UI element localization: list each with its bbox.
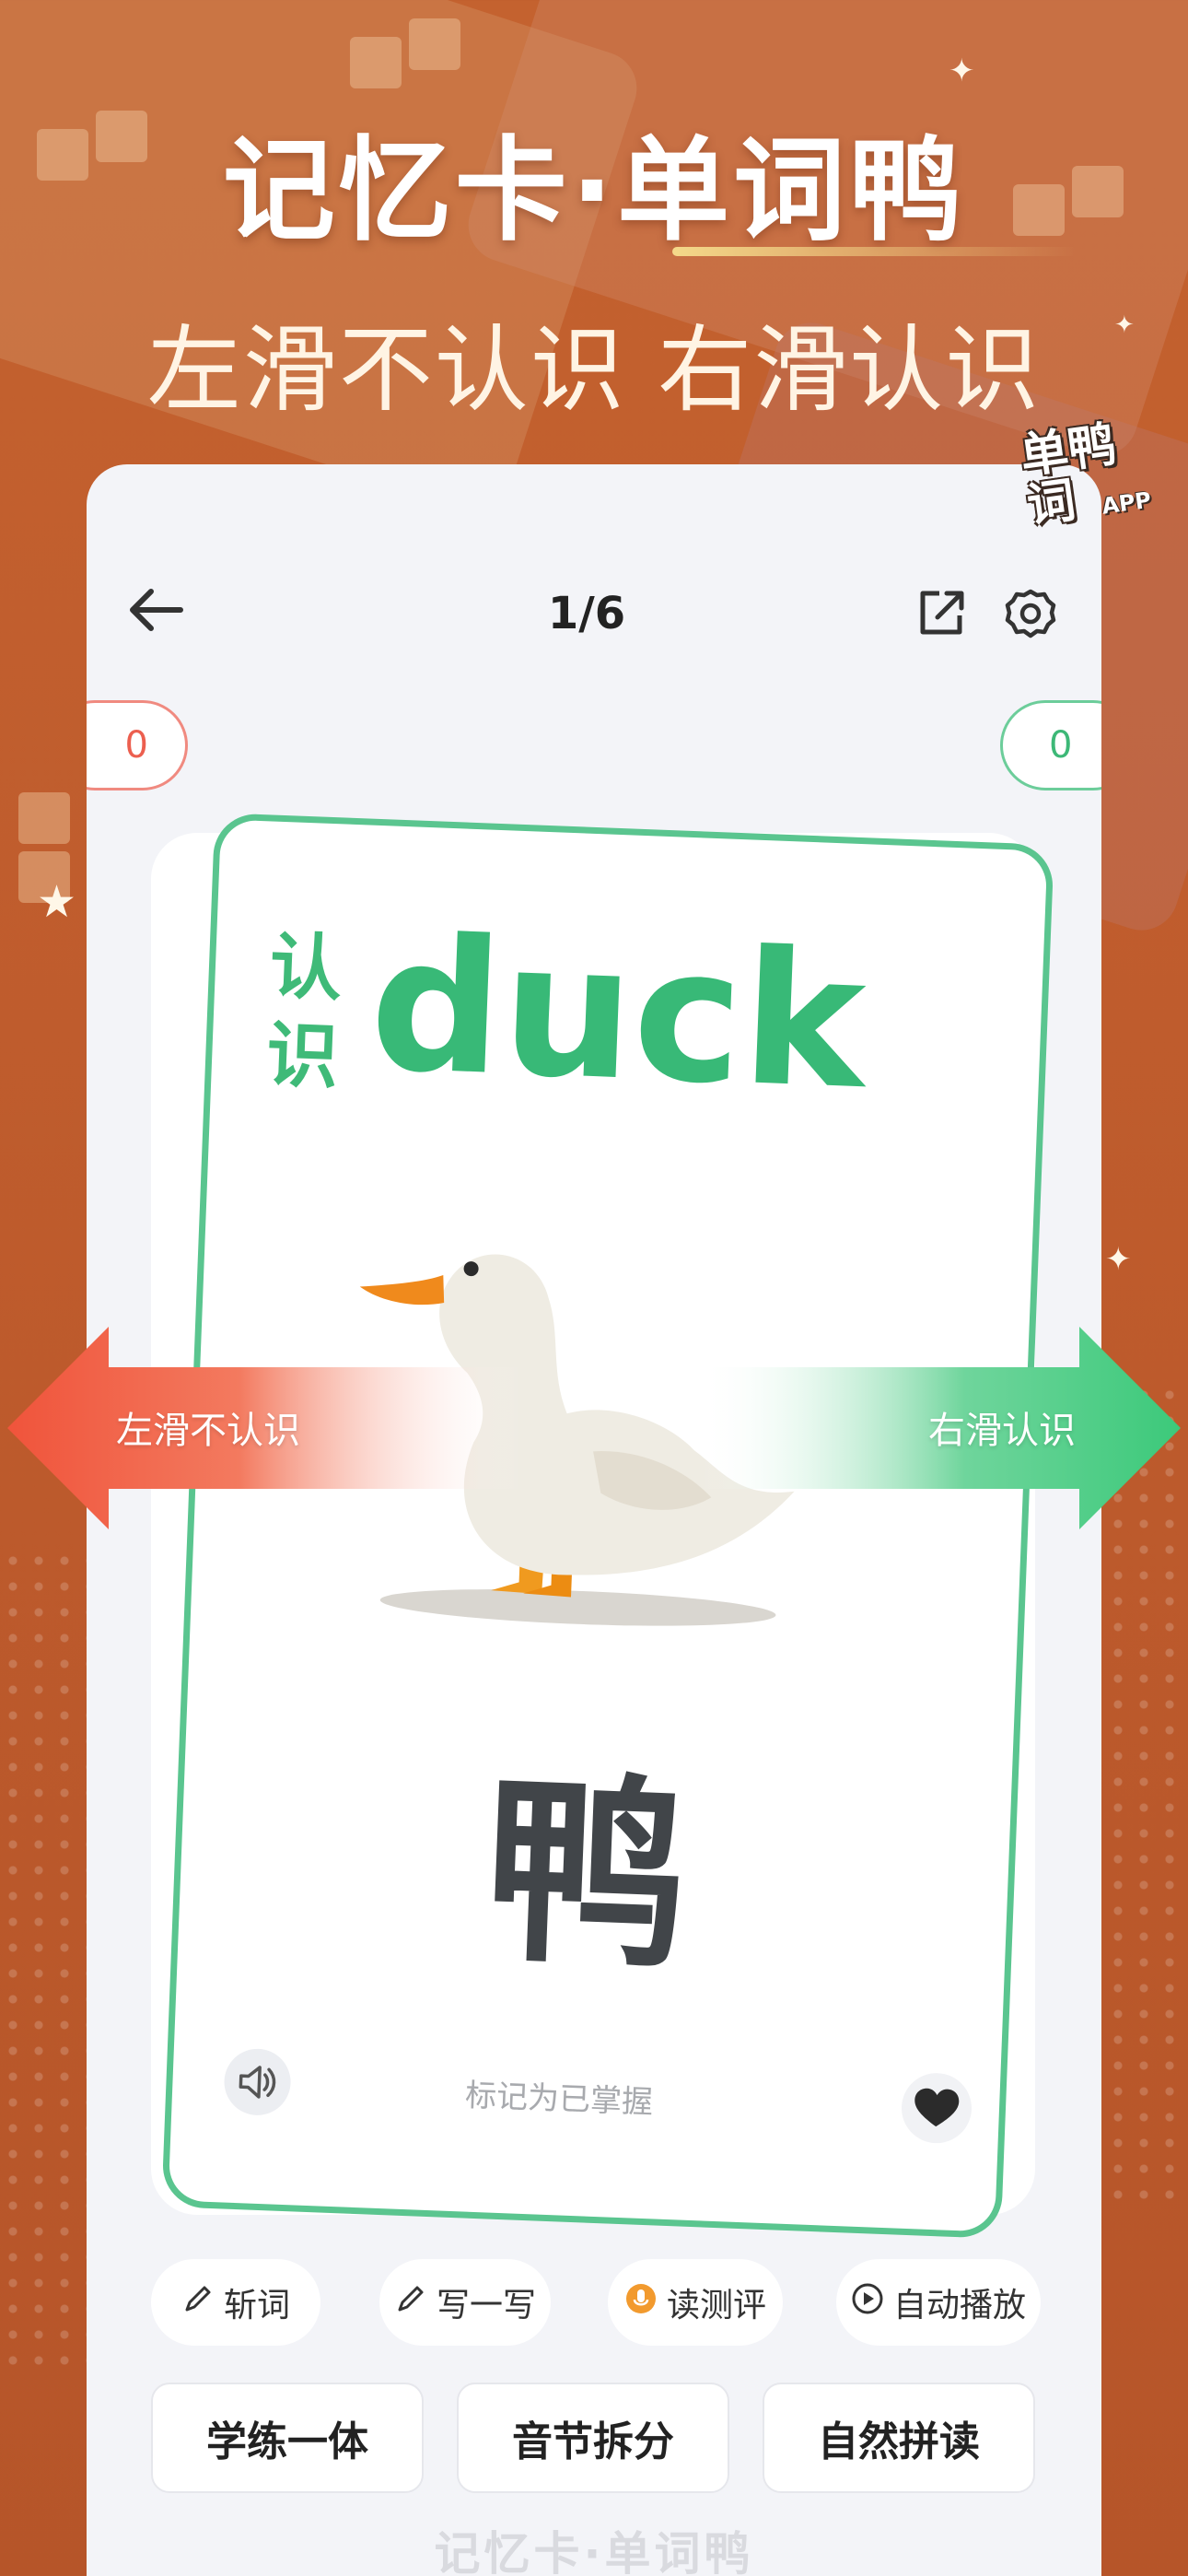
card-english-word: duck	[367, 896, 869, 1131]
mark-mastered-link[interactable]: 标记为已掌握	[374, 2067, 744, 2125]
known-counter: 0	[1000, 700, 1101, 790]
mic-icon	[624, 2282, 658, 2324]
known-tag: 认识	[264, 925, 344, 1100]
headline-underline	[672, 247, 1077, 256]
speaker-icon[interactable]	[223, 2047, 292, 2117]
progress-indicator: 1/6	[547, 588, 626, 639]
promo-headline: 记忆卡·单词鸭	[222, 125, 966, 256]
card-chinese-word: 鸭	[480, 1751, 693, 1996]
share-icon[interactable]	[915, 588, 967, 639]
sparkle-icon: ★	[37, 876, 77, 928]
back-arrow-icon[interactable]	[123, 582, 188, 638]
unknown-counter: 0	[87, 700, 188, 790]
app-logo: 单鸭 词 APP	[1017, 412, 1181, 540]
phonics-button[interactable]: 自然拼读	[763, 2383, 1035, 2493]
app-logo-app: APP	[1100, 486, 1153, 520]
syllable-split-button[interactable]: 音节拆分	[457, 2383, 729, 2493]
background-tile	[409, 18, 460, 70]
swipe-right-label: 右滑认识	[928, 1410, 1076, 1452]
background-tile	[18, 792, 70, 844]
sparkle-icon: ✦	[1105, 1241, 1132, 1278]
tool-write[interactable]: 写一写	[379, 2259, 551, 2346]
tool-chop-word[interactable]: 斩词	[151, 2259, 320, 2346]
tool-autoplay-label: 自动播放	[892, 2287, 1026, 2324]
footer-brand: 记忆卡·单词鸭	[434, 2527, 754, 2576]
tool-chop-word-label: 斩词	[223, 2287, 290, 2324]
tool-read-test[interactable]: 读测评	[608, 2259, 783, 2346]
tool-autoplay[interactable]: 自动播放	[836, 2259, 1041, 2346]
tool-write-label: 写一写	[436, 2287, 536, 2324]
swipe-left-label: 左滑不认识	[116, 1410, 300, 1452]
pencil-icon	[181, 2282, 215, 2324]
heart-icon[interactable]	[900, 2071, 973, 2145]
gear-icon[interactable]	[1004, 588, 1057, 641]
learn-practice-button[interactable]: 学练一体	[151, 2383, 424, 2493]
promo-subline: 左滑不认识 右滑认识	[146, 316, 1042, 426]
play-icon	[851, 2282, 884, 2324]
sparkle-icon: ✦	[949, 53, 975, 89]
background-tile	[350, 37, 402, 88]
pencil-icon	[394, 2282, 427, 2324]
tool-read-test-label: 读测评	[666, 2287, 766, 2324]
